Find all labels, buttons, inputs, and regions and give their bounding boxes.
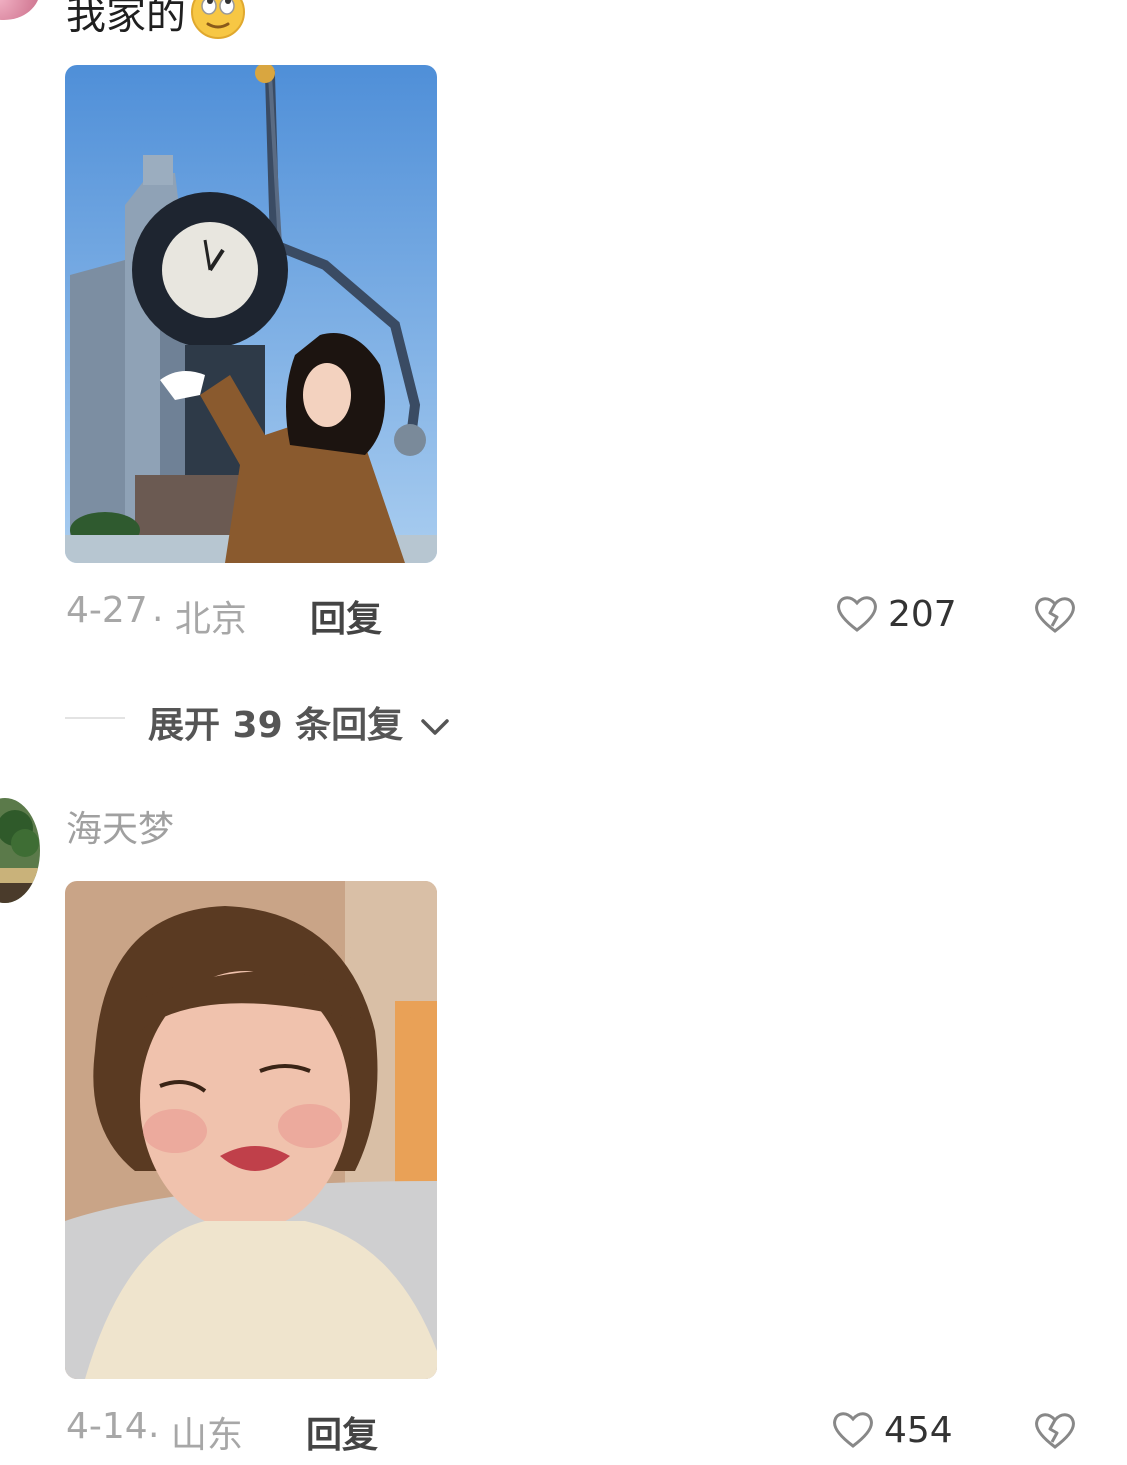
- expand-replies-label: 展开 39 条回复: [148, 705, 404, 746]
- chevron-down-icon: [420, 719, 449, 735]
- dislike-button[interactable]: [1033, 593, 1077, 639]
- like-button[interactable]: [831, 1409, 875, 1453]
- heart-outline-icon: [837, 596, 877, 632]
- username[interactable]: 海天梦: [66, 800, 174, 852]
- like-button[interactable]: [835, 593, 879, 637]
- broken-heart-icon: [1035, 1413, 1075, 1449]
- comment-date: 4-14: [66, 1406, 148, 1447]
- broken-heart-icon: [1035, 597, 1075, 633]
- avatar[interactable]: [0, 798, 40, 903]
- reply-button[interactable]: 回复: [306, 1406, 378, 1458]
- comment-image[interactable]: [65, 881, 437, 1379]
- like-count: 454: [884, 1410, 953, 1451]
- comment-image[interactable]: [65, 65, 437, 563]
- divider: [65, 717, 125, 719]
- comment-location: · 北京: [152, 599, 247, 640]
- expand-replies-button[interactable]: 展开 39 条回复: [148, 696, 450, 748]
- comment-location: · 山东: [148, 1415, 243, 1456]
- avatar[interactable]: [0, 0, 40, 20]
- comment-date: 4-27: [66, 590, 148, 631]
- comment-text: 我家的: [66, 0, 246, 51]
- reply-button[interactable]: 回复: [310, 590, 382, 642]
- rolling-eyes-emoji-icon: [190, 0, 246, 51]
- heart-outline-icon: [833, 1412, 873, 1448]
- dislike-button[interactable]: [1033, 1409, 1077, 1455]
- like-count: 207: [888, 594, 957, 635]
